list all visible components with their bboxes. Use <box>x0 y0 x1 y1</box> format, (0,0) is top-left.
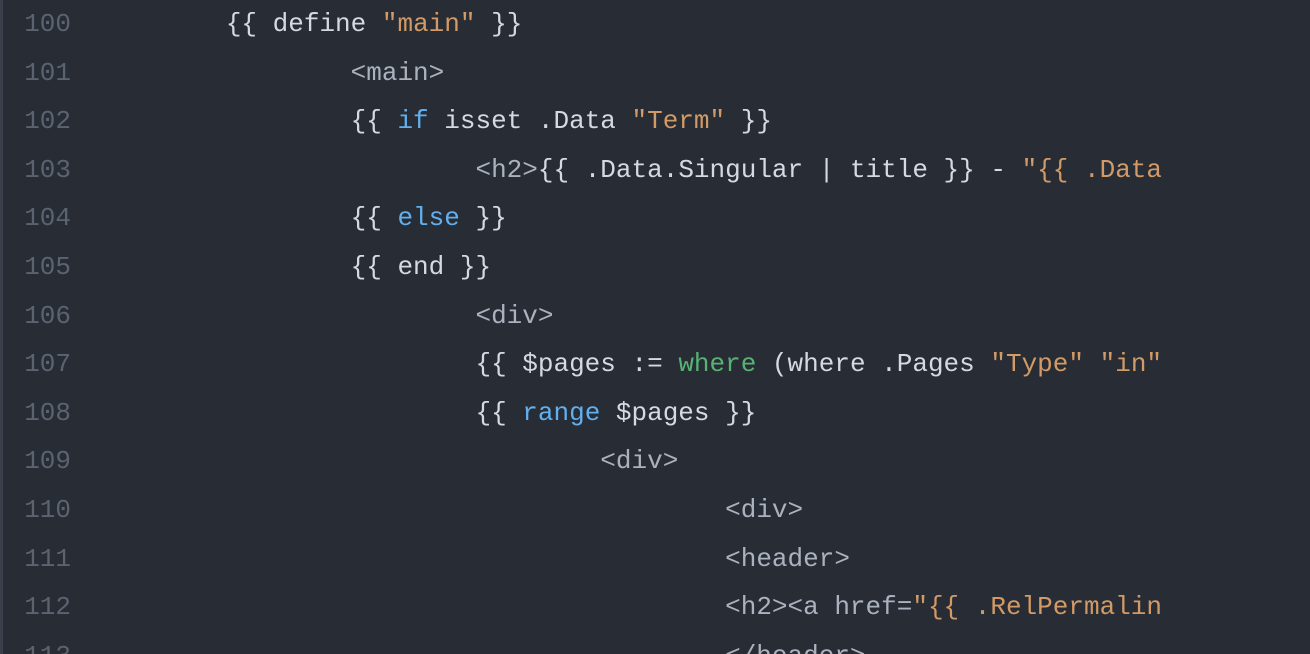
token-tag: <h2><a href= <box>725 592 912 622</box>
code-line[interactable]: <h2><a href="{{ .RelPermalin <box>101 583 1310 632</box>
token-default: }} <box>444 252 491 282</box>
line-number: 110 <box>3 486 71 535</box>
token-default: end <box>397 252 444 282</box>
line-number: 107 <box>3 340 71 389</box>
code-line[interactable]: {{ $pages := where (where .Pages "Type" … <box>101 340 1310 389</box>
token-tag: <header> <box>725 544 850 574</box>
token-string: "{{ .Data <box>1022 155 1162 185</box>
token-default <box>366 9 382 39</box>
code-line[interactable]: <header> <box>101 535 1310 584</box>
token-default: (where .Pages <box>756 349 990 379</box>
line-number: 102 <box>3 97 71 146</box>
line-number: 103 <box>3 146 71 195</box>
code-line[interactable]: <div> <box>101 486 1310 535</box>
token-string: "{{ .RelPermalin <box>912 592 1162 622</box>
token-string: "main" <box>382 9 476 39</box>
token-default: }} <box>476 9 523 39</box>
code-line[interactable]: <main> <box>101 49 1310 98</box>
line-number: 100 <box>3 0 71 49</box>
token-string: "in" <box>1100 349 1162 379</box>
line-number: 101 <box>3 49 71 98</box>
code-line[interactable]: {{ if isset .Data "Term" }} <box>101 97 1310 146</box>
code-line[interactable]: <div> <box>101 292 1310 341</box>
line-number: 113 <box>3 632 71 654</box>
token-keyword: else <box>397 203 459 233</box>
token-default: $pages }} <box>600 398 756 428</box>
line-number: 104 <box>3 194 71 243</box>
code-editor[interactable]: 1001011021031041051061071081091101111121… <box>0 0 1310 654</box>
token-default: }} <box>460 203 507 233</box>
token-default: {{ $pages := <box>475 349 678 379</box>
token-tag: <div> <box>725 495 803 525</box>
token-default: {{ <box>351 203 398 233</box>
token-default: define <box>273 9 367 39</box>
token-func: where <box>678 349 756 379</box>
code-line[interactable]: {{ else }} <box>101 194 1310 243</box>
token-default: {{ <box>475 398 522 428</box>
token-default: isset .Data <box>429 106 632 136</box>
line-number: 109 <box>3 437 71 486</box>
line-number: 111 <box>3 535 71 584</box>
token-default: {{ .Data.Singular | title }} - <box>538 155 1022 185</box>
token-tag: <div> <box>600 446 678 476</box>
token-default <box>1084 349 1100 379</box>
token-default: {{ <box>351 252 398 282</box>
token-keyword: range <box>522 398 600 428</box>
code-line[interactable]: {{ range $pages }} <box>101 389 1310 438</box>
line-number: 108 <box>3 389 71 438</box>
token-default: {{ <box>226 9 273 39</box>
token-default: {{ <box>351 106 398 136</box>
token-dim: </header> <box>101 641 866 654</box>
line-number-gutter: 1001011021031041051061071081091101111121… <box>3 0 101 654</box>
code-area[interactable]: {{ define "main" }} <main> {{ if isset .… <box>101 0 1310 654</box>
token-default: }} <box>725 106 772 136</box>
line-number: 106 <box>3 292 71 341</box>
line-number: 112 <box>3 583 71 632</box>
token-string: "Term" <box>632 106 726 136</box>
code-line[interactable]: </header> <box>101 632 1310 654</box>
code-line[interactable]: <h2>{{ .Data.Singular | title }} - "{{ .… <box>101 146 1310 195</box>
code-line[interactable]: {{ define "main" }} <box>101 0 1310 49</box>
code-line[interactable]: <div> <box>101 437 1310 486</box>
line-number: 105 <box>3 243 71 292</box>
token-default <box>1162 349 1178 379</box>
token-tag: <main> <box>351 58 445 88</box>
token-keyword: if <box>397 106 428 136</box>
code-line[interactable]: {{ end }} <box>101 243 1310 292</box>
token-string: "Type" <box>990 349 1084 379</box>
token-tag: <div> <box>475 301 553 331</box>
token-tag: <h2> <box>475 155 537 185</box>
